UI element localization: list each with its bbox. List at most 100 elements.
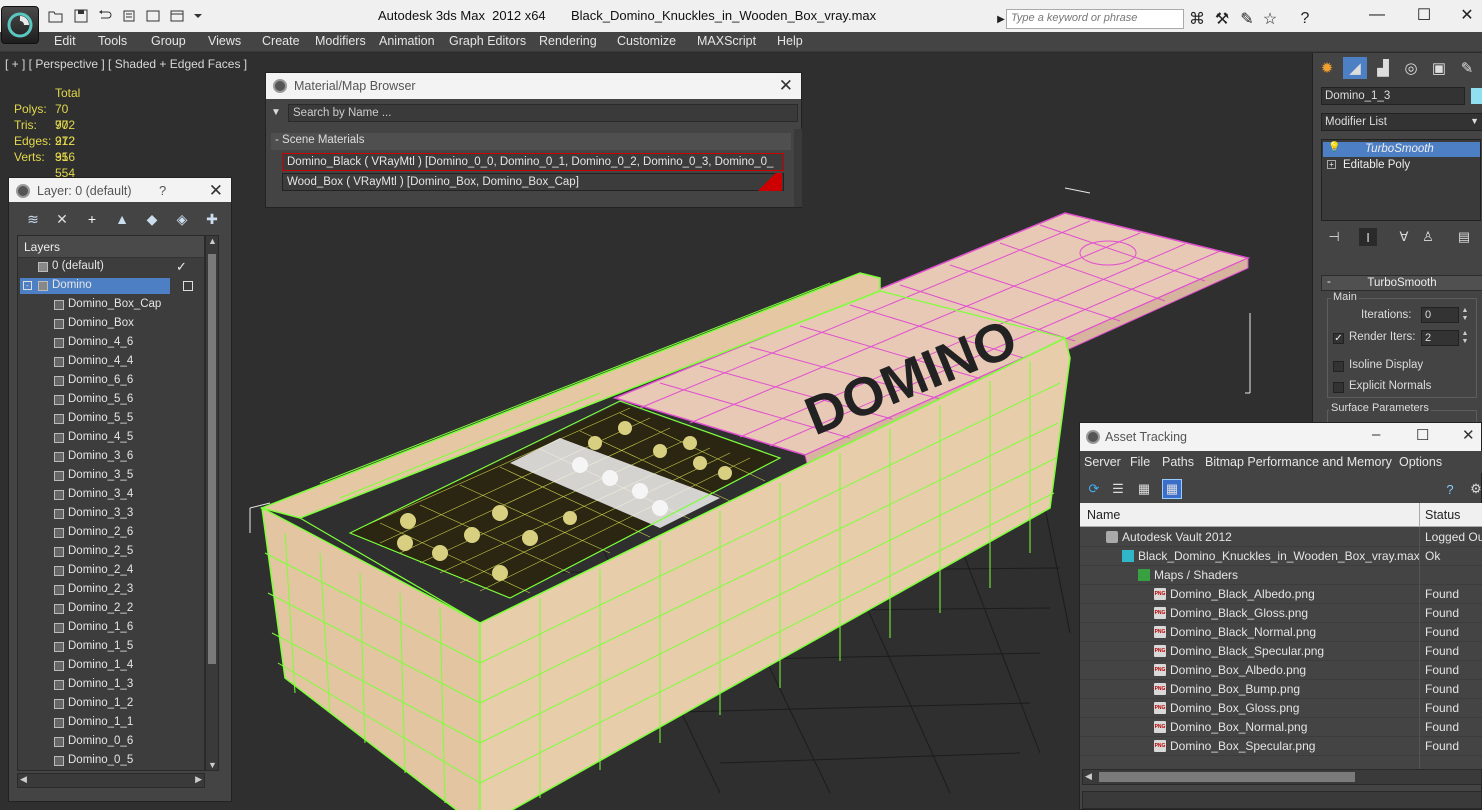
minimize-button[interactable]: – [1372,426,1380,443]
help-icon[interactable]: ? [1295,9,1315,29]
layer-row[interactable]: Domino_1_1 [18,714,204,733]
asset-row[interactable]: PNG Domino_Box_Specular.png Found [1080,737,1482,756]
utilities-tab-icon[interactable]: ✎ [1455,57,1479,79]
asset-row[interactable]: PNG Domino_Box_Normal.png Found [1080,718,1482,737]
turbosmooth-rollout-header[interactable]: - TurboSmooth [1321,275,1482,291]
layer-row[interactable]: Domino_1_5 [18,638,204,657]
modify-tab-icon[interactable]: ◢ [1343,57,1367,79]
layer-panel-titlebar[interactable]: Layer: 0 (default) ? ✕ [9,178,231,202]
asset-menu-bitmap-performance[interactable]: Bitmap Performance and Memory [1205,455,1392,469]
asset-row[interactable]: PNG Domino_Black_Specular.png Found [1080,642,1482,661]
layer-row[interactable]: Domino_0_6 [18,733,204,752]
scroll-right-icon[interactable]: ▶ [195,774,202,785]
quick-access-dropdown-icon[interactable] [190,8,206,24]
column-name-header[interactable]: Name [1087,508,1120,522]
scroll-up-icon[interactable]: ▲ [208,236,217,246]
menu-modifiers[interactable]: Modifiers [315,34,366,48]
iterations-spinner-arrows[interactable]: ▲ ▼ [1461,307,1469,323]
layers-column-header[interactable]: Layers [18,236,204,258]
app-menu-logo-icon[interactable] [1,6,39,44]
menu-edit[interactable]: Edit [54,34,76,48]
project-folder-icon[interactable] [145,8,161,24]
remove-modifier-icon[interactable]: ♙ [1419,228,1437,246]
asset-tracking-titlebar[interactable]: Asset Tracking – ☐ ✕ [1080,423,1481,451]
scrollbar-thumb[interactable] [208,254,216,664]
maximize-button[interactable]: ☐ [1409,4,1439,26]
modifier-list-dropdown[interactable]: Modifier List ▼ [1321,113,1482,131]
render-iters-spinner[interactable]: 2 [1421,330,1459,346]
asset-row[interactable]: Autodesk Vault 2012 Logged Ou [1080,528,1482,547]
close-icon[interactable]: ✕ [209,181,223,201]
layer-properties-icon[interactable]: ✚ [202,210,222,228]
select-objects-in-layer-icon[interactable]: ◆ [142,210,162,228]
lightbulb-icon[interactable]: 💡 [1328,142,1340,153]
layer-row[interactable]: Domino_1_4 [18,657,204,676]
close-icon[interactable]: ✕ [1462,426,1475,444]
asset-settings-icon[interactable]: ⚙ [1466,479,1482,499]
asset-row[interactable]: Maps / Shaders [1080,566,1482,585]
create-tab-icon[interactable]: ✹ [1315,57,1339,79]
layer-row[interactable]: Domino_2_3 [18,581,204,600]
column-status-header[interactable]: Status [1425,508,1460,522]
table-view-icon[interactable]: ▦ [1162,479,1182,499]
menu-help[interactable]: Help [777,34,803,48]
infocenter-search-input[interactable]: Type a keyword or phrase [1006,9,1184,29]
material-browser-titlebar[interactable]: Material/Map Browser ✕ [266,73,801,99]
browser-options-dropdown-icon[interactable]: ▼ [271,107,281,118]
render-iters-checkbox[interactable]: ✓ [1333,333,1344,344]
show-end-result-icon[interactable]: I [1359,228,1377,246]
help-icon[interactable]: ? [159,183,166,198]
scene-materials-section[interactable]: - Scene Materials [271,133,791,150]
redo-icon[interactable] [121,8,137,24]
layer-row[interactable]: Domino_1_6 [18,619,204,638]
scroll-left-icon[interactable]: ◀ [1085,771,1092,782]
save-file-icon[interactable] [73,8,89,24]
make-unique-icon[interactable]: ∀ [1395,228,1413,246]
layer-row[interactable]: Domino_1_3 [18,676,204,695]
menu-maxscript[interactable]: MAXScript [697,34,756,48]
pin-stack-icon[interactable]: ⊣ [1325,228,1343,246]
delete-layer-icon[interactable]: ✕ [52,210,72,228]
minimize-button[interactable]: — [1362,4,1392,26]
layer-row[interactable]: Domino_3_4 [18,486,204,505]
expand-plus-icon[interactable]: + [1327,160,1336,169]
layer-manager-icon[interactable]: ≋ [23,210,43,228]
layer-row[interactable]: Domino_Box [18,315,204,334]
layer-row[interactable]: Domino_Box_Cap [18,296,204,315]
add-selection-to-layer-icon[interactable]: ▲ [112,210,132,228]
refresh-icon[interactable]: ⟳ [1084,479,1104,499]
layer-row[interactable]: Domino_5_6 [18,391,204,410]
asset-row[interactable]: PNG Domino_Box_Gloss.png Found [1080,699,1482,718]
close-icon[interactable]: ✕ [779,76,793,96]
create-layer-icon[interactable]: + [82,210,102,228]
menu-create[interactable]: Create [262,34,300,48]
layers-vertical-scrollbar[interactable]: ▲ ▼ [205,235,219,771]
menu-graph-editors[interactable]: Graph Editors [449,34,526,48]
maximize-button[interactable]: ☐ [1416,426,1429,444]
workspace-icon[interactable] [169,8,185,24]
open-file-icon[interactable] [48,8,64,24]
menu-tools[interactable]: Tools [98,34,127,48]
layer-row[interactable]: Domino_3_6 [18,448,204,467]
asset-menu-file[interactable]: File [1130,455,1150,469]
layers-horizontal-scrollbar[interactable]: ◀ ▶ [17,773,205,788]
layer-row[interactable]: Domino_1_2 [18,695,204,714]
layer-row[interactable]: Domino_6_6 [18,372,204,391]
asset-row[interactable]: PNG Domino_Black_Gloss.png Found [1080,604,1482,623]
layer-row[interactable]: Domino_2_5 [18,543,204,562]
material-row-wood-box[interactable]: Wood_Box ( VRayMtl ) [Domino_Box, Domino… [282,173,784,191]
asset-row[interactable]: PNG Domino_Black_Normal.png Found [1080,623,1482,642]
scrollbar-thumb[interactable] [1099,772,1355,782]
viewport-label[interactable]: [ + ] [ Perspective ] [ Shaded + Edged F… [5,57,247,71]
asset-row[interactable]: PNG Domino_Box_Albedo.png Found [1080,661,1482,680]
menu-customize[interactable]: Customize [617,34,676,48]
render-iters-spinner-arrows[interactable]: ▲ ▼ [1461,330,1469,346]
favorites-star-icon[interactable]: ☆ [1260,9,1280,29]
layer-row[interactable]: Domino_2_4 [18,562,204,581]
asset-path-field[interactable] [1082,791,1482,809]
menu-group[interactable]: Group [151,34,186,48]
layer-row[interactable]: ✓ 0 (default) [18,258,204,277]
asset-menu-options[interactable]: Options [1399,455,1442,469]
menu-animation[interactable]: Animation [379,34,435,48]
isoline-display-checkbox[interactable] [1333,361,1344,372]
